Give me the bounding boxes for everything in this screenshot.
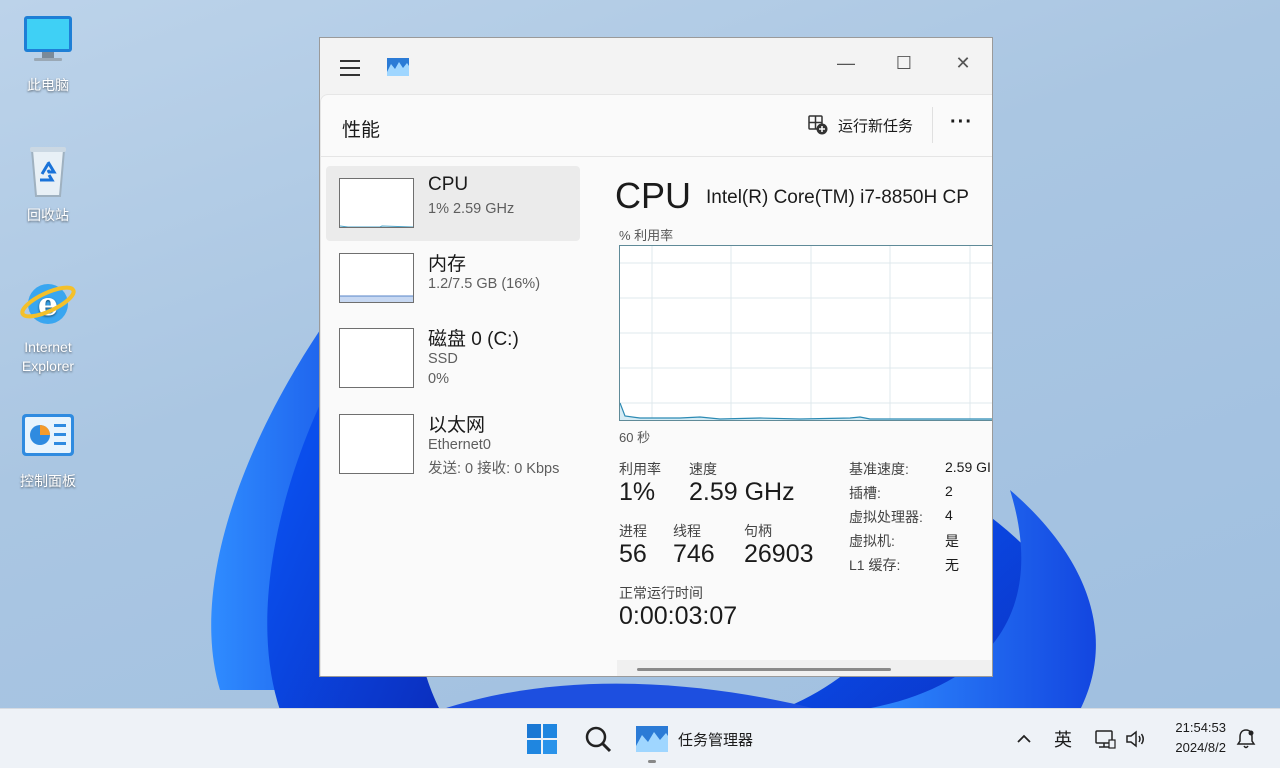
header-divider: [932, 107, 933, 143]
spec-value: 无: [945, 557, 959, 573]
spec-key: 插槽:: [849, 485, 881, 501]
detail-title: CPU: [615, 175, 692, 216]
perf-item-detail-2: 发送: 0 接收: 0 Kbps: [428, 461, 560, 477]
show-hidden-icons-button[interactable]: [1016, 709, 1032, 768]
network-icon: [1095, 730, 1116, 749]
desktop-icon-recycle-bin[interactable]: 回收站: [8, 142, 88, 225]
perf-item-detail: SSD: [428, 351, 458, 367]
disk-thumbnail-graph: [339, 328, 414, 388]
threads-label: 线程: [673, 523, 701, 539]
run-new-task-button[interactable]: 运行新任务: [808, 113, 913, 137]
uptime-value: 0:00:03:07: [619, 602, 738, 630]
cpu-model-name: Intel(R) Core(TM) i7-8850H CP: [706, 187, 969, 208]
taskbar: 任务管理器 英 21:54:53 2024/8/2: [0, 708, 1280, 768]
windows-logo-icon: [527, 724, 557, 754]
utilization-value: 1%: [619, 478, 656, 506]
processes-value: 56: [619, 540, 647, 568]
perf-item-name: CPU: [428, 174, 469, 195]
task-manager-window: — ☐ ✕ 性能 运行新任务 ··· CPU 1% 2.59 GHz 内存 1.…: [319, 37, 993, 677]
more-options-button[interactable]: ···: [950, 111, 973, 134]
graph-time-label: 60 秒: [619, 430, 651, 445]
ethernet-thumbnail-graph: [339, 414, 414, 474]
internet-explorer-icon: e: [20, 284, 76, 324]
chevron-up-icon: [1017, 734, 1031, 743]
input-method-indicator[interactable]: 英: [1054, 709, 1072, 768]
task-manager-app-icon: [636, 726, 668, 752]
desktop-icon-label: Internet Explorer: [21, 339, 75, 374]
title-bar[interactable]: — ☐ ✕: [320, 38, 992, 94]
perf-item-memory[interactable]: 内存 1.2/7.5 GB (16%): [326, 241, 580, 316]
spec-value: 2: [945, 483, 953, 499]
perf-item-disk[interactable]: 磁盘 0 (C:) SSD 0%: [326, 316, 580, 402]
utilization-label: 利用率: [619, 461, 661, 477]
volume-button[interactable]: [1124, 709, 1146, 768]
spec-value: 4: [945, 507, 953, 523]
perf-item-detail: 1.2/7.5 GB (16%): [428, 276, 541, 292]
hamburger-menu-icon[interactable]: [340, 60, 360, 76]
spec-key: 虚拟机:: [849, 533, 895, 549]
memory-thumbnail-graph: [339, 253, 414, 303]
perf-item-ethernet[interactable]: 以太网 Ethernet0 发送: 0 接收: 0 Kbps: [326, 402, 580, 488]
running-indicator: [648, 760, 656, 763]
spec-key: 虚拟处理器:: [849, 509, 923, 525]
control-panel-icon: [22, 414, 74, 456]
handles-value: 26903: [744, 540, 814, 568]
run-task-icon: [808, 115, 828, 135]
desktop-icon-label: 此电脑: [27, 77, 69, 93]
perf-item-name: 内存: [428, 254, 467, 275]
maximize-button[interactable]: ☐: [881, 46, 927, 80]
spec-key: L1 缓存:: [849, 557, 901, 573]
search-button[interactable]: [584, 709, 612, 768]
perf-item-detail: 1% 2.59 GHz: [428, 201, 515, 217]
perf-item-name: 以太网: [428, 415, 486, 436]
page-header: 性能 运行新任务 ···: [321, 95, 992, 157]
perf-item-detail-2: 0%: [428, 371, 449, 387]
graph-y-label: % 利用率: [619, 228, 674, 243]
desktop-icon-control-panel[interactable]: 控制面板: [8, 408, 88, 491]
speed-value: 2.59 GHz: [689, 478, 795, 506]
close-button[interactable]: ✕: [940, 46, 986, 80]
content-area: 性能 运行新任务 ··· CPU 1% 2.59 GHz 内存 1.2/7.5 …: [320, 94, 992, 676]
notifications-button[interactable]: [1236, 709, 1256, 768]
minimize-button[interactable]: —: [823, 46, 869, 80]
spec-key: 基准速度:: [849, 461, 909, 477]
system-clock[interactable]: 21:54:53 2024/8/2: [1160, 718, 1226, 758]
desktop-icon-label: 控制面板: [20, 473, 76, 489]
cpu-utilization-graph: [619, 245, 992, 421]
ime-label: 英: [1054, 730, 1072, 750]
monitor-icon: [24, 16, 72, 61]
taskbar-app-label: 任务管理器: [678, 731, 754, 749]
task-manager-app-icon: [387, 58, 409, 76]
spec-value: 2.59 GI: [945, 459, 991, 475]
speed-label: 速度: [689, 461, 717, 477]
notification-bell-icon: [1236, 729, 1256, 749]
desktop-icon-label: 回收站: [27, 207, 69, 223]
clock-time: 21:54:53: [1175, 720, 1226, 735]
desktop-icon-this-pc[interactable]: 此电脑: [8, 12, 88, 95]
spec-value: 是: [945, 533, 959, 549]
speaker-icon: [1126, 730, 1144, 748]
recycle-bin-icon: [30, 147, 66, 197]
scrollbar-thumb[interactable]: [637, 668, 891, 671]
start-button[interactable]: [527, 709, 557, 768]
processes-label: 进程: [619, 523, 647, 539]
uptime-label: 正常运行时间: [619, 585, 703, 601]
horizontal-scrollbar[interactable]: [617, 660, 992, 676]
perf-item-cpu[interactable]: CPU 1% 2.59 GHz: [326, 166, 580, 241]
perf-item-name: 磁盘 0 (C:): [428, 329, 519, 350]
network-status-button[interactable]: [1094, 709, 1116, 768]
search-icon: [585, 726, 612, 753]
run-new-task-label: 运行新任务: [838, 117, 914, 135]
desktop-icon-internet-explorer[interactable]: e Internet Explorer: [8, 274, 88, 376]
cpu-thumbnail-graph: [339, 178, 414, 228]
clock-date: 2024/8/2: [1175, 740, 1226, 755]
handles-label: 句柄: [744, 523, 772, 539]
perf-item-detail: Ethernet0: [428, 437, 491, 453]
threads-value: 746: [673, 540, 715, 568]
page-title: 性能: [342, 120, 381, 141]
